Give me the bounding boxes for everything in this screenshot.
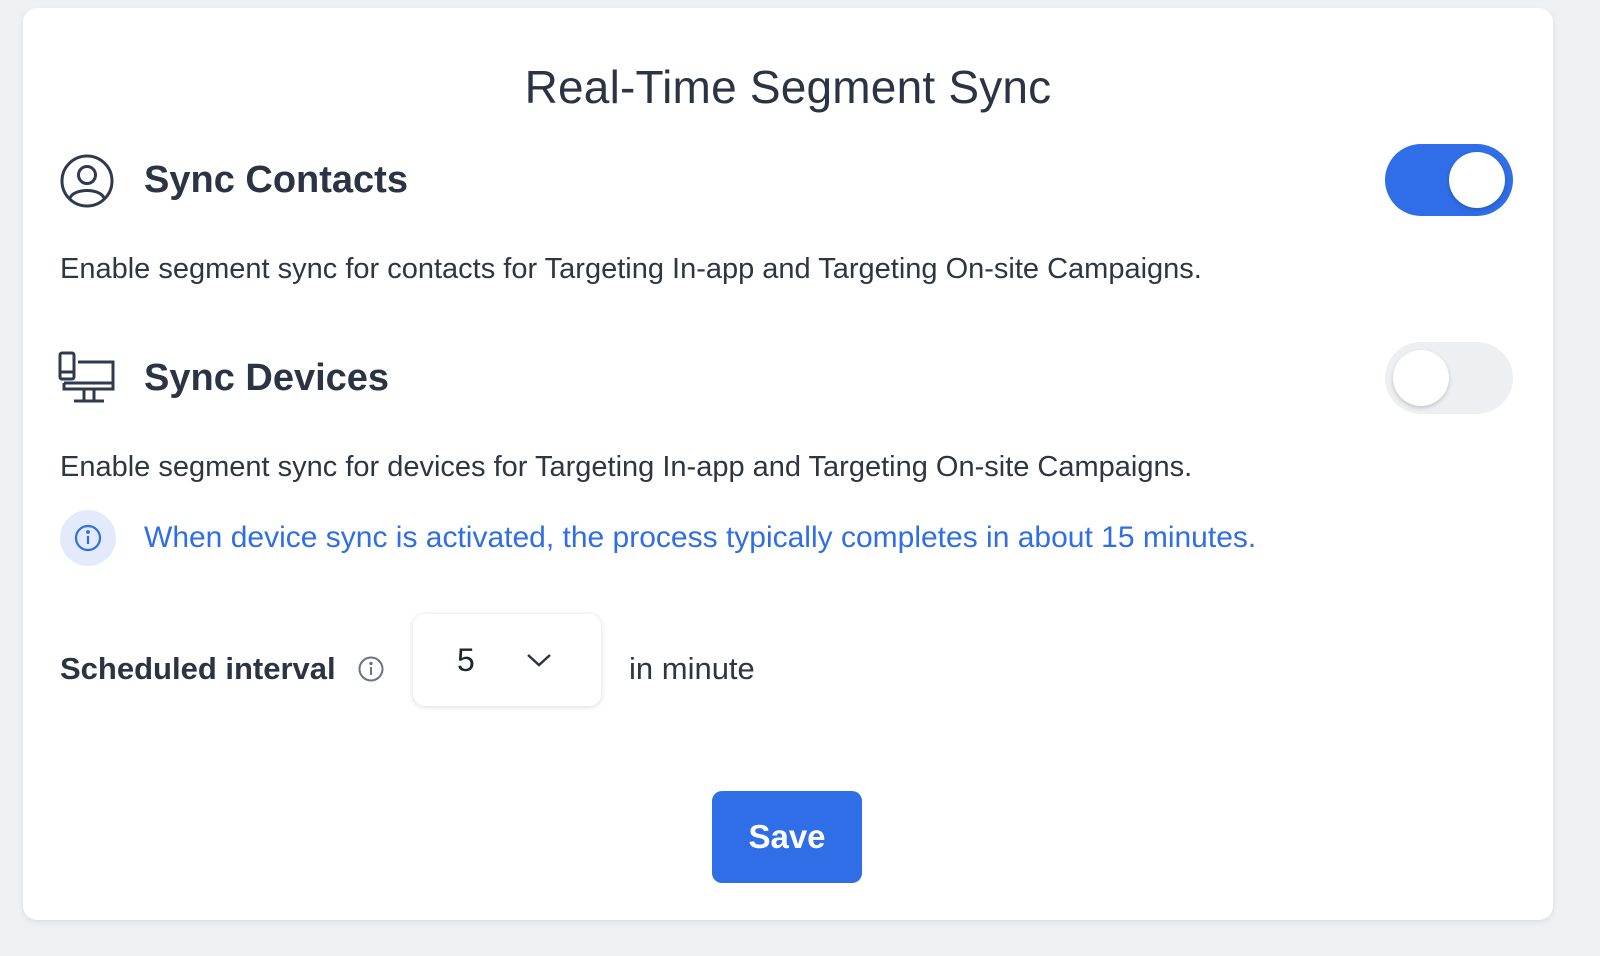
device-sync-info-text: When device sync is activated, the proce… — [144, 521, 1257, 554]
settings-card: Real-Time Segment Sync Sync Contacts Ena… — [23, 8, 1553, 920]
interval-unit-label: in minute — [629, 651, 755, 686]
chevron-down-icon — [527, 654, 551, 667]
sync-contacts-description: Enable segment sync for contacts for Tar… — [60, 253, 1202, 285]
user-circle-icon — [58, 152, 116, 210]
sync-devices-toggle[interactable] — [1385, 342, 1513, 414]
sync-contacts-title: Sync Contacts — [144, 159, 408, 201]
scheduled-interval-label: Scheduled interval — [60, 651, 336, 686]
interval-select[interactable]: 5 — [413, 614, 601, 706]
info-icon — [60, 510, 116, 566]
sync-devices-description: Enable segment sync for devices for Targ… — [60, 451, 1193, 483]
toggle-knob — [1393, 350, 1449, 406]
devices-icon — [58, 350, 116, 408]
interval-select-value: 5 — [457, 642, 475, 678]
info-icon[interactable] — [356, 654, 386, 684]
toggle-knob — [1449, 152, 1505, 208]
sync-contacts-toggle[interactable] — [1385, 144, 1513, 216]
page-title: Real-Time Segment Sync — [524, 61, 1052, 113]
sync-devices-title: Sync Devices — [144, 357, 390, 399]
save-button[interactable]: Save — [712, 791, 862, 883]
